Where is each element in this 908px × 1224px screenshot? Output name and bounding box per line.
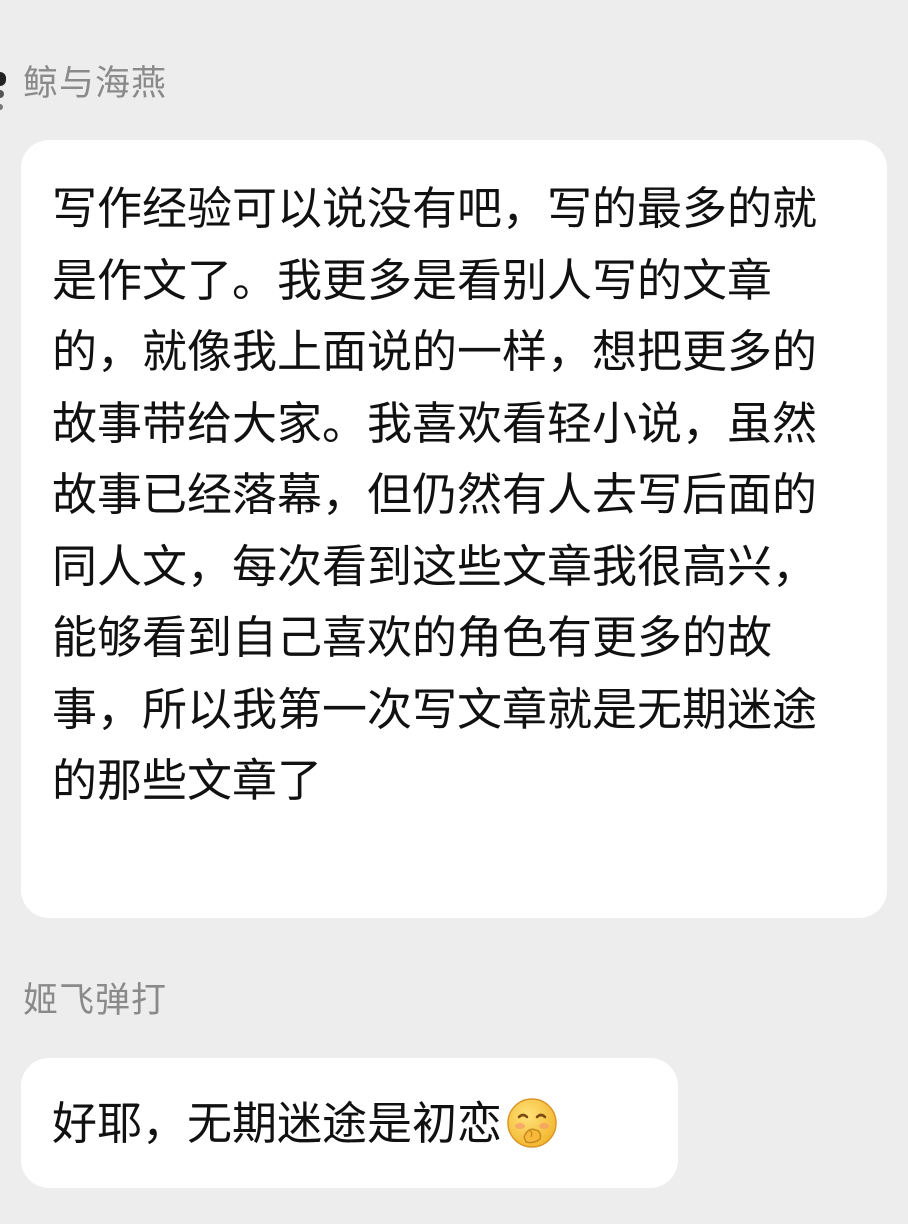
shy-smile-emoji-icon <box>506 1097 558 1149</box>
message-text-content: 好耶，无期迷途是初恋 <box>52 1097 503 1150</box>
message-bubble[interactable]: 写作经验可以说没有吧，写的最多的就是作文了。我更多是看别人写的文章的，就像我上面… <box>21 140 887 918</box>
message-text: 好耶，无期迷途是初恋 <box>52 1090 658 1158</box>
message-text: 写作经验可以说没有吧，写的最多的就是作文了。我更多是看别人写的文章的，就像我上面… <box>52 182 818 807</box>
message-bubble[interactable]: 好耶，无期迷途是初恋 <box>21 1058 678 1188</box>
avatar[interactable] <box>0 68 8 122</box>
sender-name: 姬飞弹打 <box>23 981 168 1021</box>
sender-name: 鲸与海燕 <box>23 64 168 104</box>
